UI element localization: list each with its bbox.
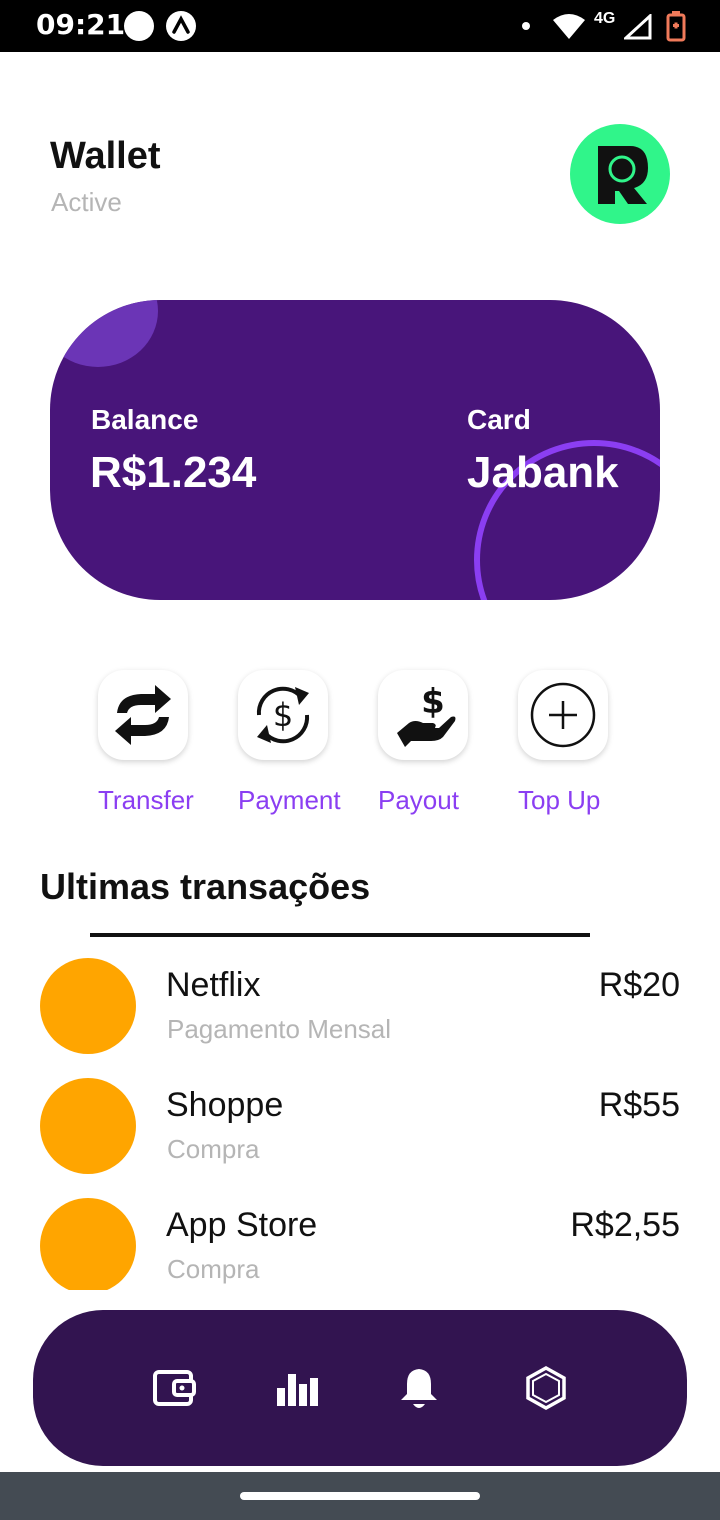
top-up-icon <box>530 682 596 748</box>
card-name: Jabank <box>467 448 619 497</box>
transfer-button[interactable] <box>98 670 188 760</box>
nav-wallet[interactable] <box>148 1362 200 1414</box>
hexagon-icon <box>526 1366 566 1410</box>
page-title: Wallet <box>50 135 161 177</box>
battery-low-icon <box>666 11 686 42</box>
home-indicator[interactable] <box>240 1492 480 1500</box>
transaction-description: Compra <box>167 1254 260 1284</box>
list-scroll-edge <box>0 1290 720 1310</box>
network-type: 4G <box>594 10 616 27</box>
signal-icon <box>624 14 652 40</box>
balance-label: Balance <box>91 404 199 435</box>
wallet-status: Active <box>51 187 122 217</box>
payment-button[interactable]: $ <box>238 670 328 760</box>
bottom-navigation <box>33 1310 687 1466</box>
notification-dot-icon <box>124 11 154 41</box>
transaction-row[interactable]: Shoppe Compra R$55 <box>0 1078 720 1188</box>
card-decoration-blob <box>50 300 158 367</box>
profile-logo-icon <box>598 146 648 204</box>
payout-icon: $ <box>397 682 456 747</box>
small-dot-icon <box>522 22 530 30</box>
avatar[interactable] <box>570 124 670 224</box>
merchant-avatar <box>40 958 136 1054</box>
payout-label[interactable]: Payout <box>378 785 459 816</box>
svg-text:$: $ <box>421 682 445 722</box>
payout-button[interactable]: $ <box>378 670 468 760</box>
transfer-icon <box>115 685 171 745</box>
app-notification-icon <box>166 11 196 41</box>
top-up-button[interactable] <box>518 670 608 760</box>
transactions-title: Ultimas transações <box>40 866 371 907</box>
transaction-name: Shoppe <box>166 1086 284 1124</box>
nav-more[interactable] <box>520 1362 572 1414</box>
wallet-icon <box>153 1370 196 1406</box>
status-time: 09:21 <box>36 8 126 41</box>
transaction-row[interactable]: Netflix Pagamento Mensal R$20 <box>0 958 720 1068</box>
transaction-name: App Store <box>166 1206 318 1244</box>
svg-text:$: $ <box>273 696 293 734</box>
stats-icon <box>277 1374 318 1406</box>
bell-icon <box>401 1369 437 1408</box>
transaction-amount: R$55 <box>598 1086 680 1124</box>
balance-value: R$1.234 <box>90 448 257 497</box>
payment-label[interactable]: Payment <box>238 785 341 816</box>
transaction-amount: R$20 <box>598 966 680 1004</box>
status-bar: 09:21 4G <box>0 0 720 52</box>
nav-stats[interactable] <box>271 1362 323 1414</box>
balance-card[interactable]: Balance R$1.234 Card Jabank <box>50 300 660 600</box>
transaction-name: Netflix <box>166 966 261 1004</box>
transaction-description: Compra <box>167 1134 260 1164</box>
merchant-avatar <box>40 1198 136 1294</box>
system-navigation-bar <box>0 1472 720 1520</box>
top-up-label[interactable]: Top Up <box>518 785 600 816</box>
payment-icon: $ <box>256 686 310 744</box>
section-divider <box>90 933 590 937</box>
transaction-amount: R$2,55 <box>570 1206 680 1244</box>
wifi-icon <box>553 14 585 39</box>
transfer-label[interactable]: Transfer <box>98 785 194 816</box>
merchant-avatar <box>40 1078 136 1174</box>
nav-notifications[interactable] <box>393 1362 445 1414</box>
transaction-description: Pagamento Mensal <box>167 1014 392 1044</box>
card-label: Card <box>467 404 531 435</box>
